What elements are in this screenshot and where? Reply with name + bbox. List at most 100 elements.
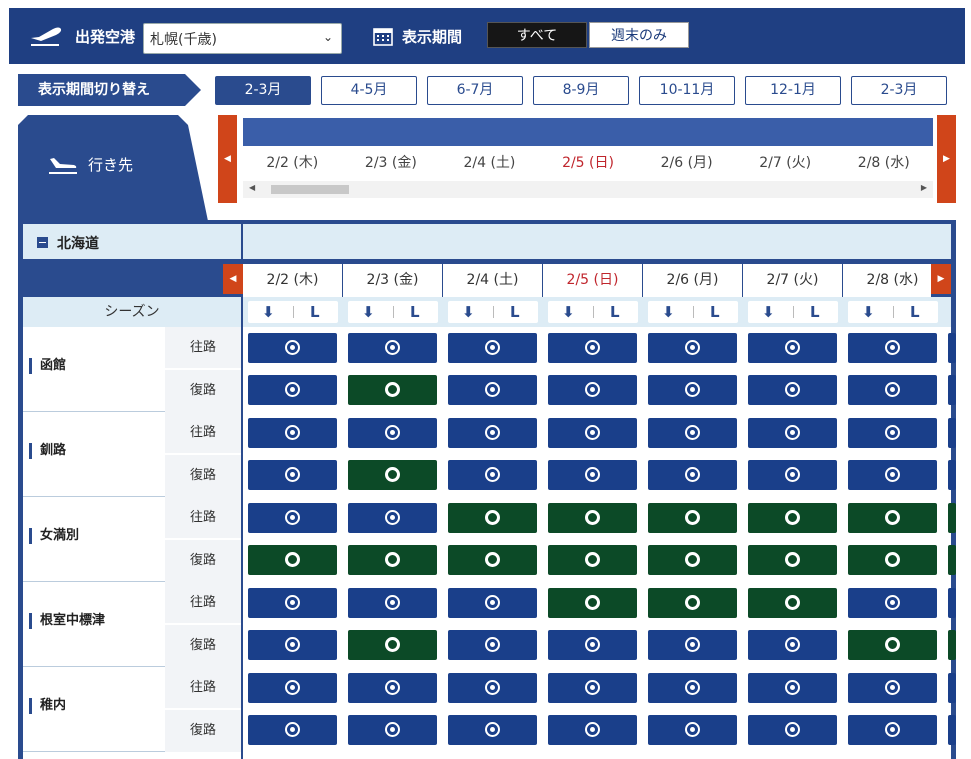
return-fare-cell[interactable] xyxy=(648,715,737,745)
return-fare-cell[interactable] xyxy=(348,460,437,490)
return-fare-cell[interactable] xyxy=(548,460,637,490)
return-fare-cell[interactable] xyxy=(348,545,437,575)
partial-fare-cell[interactable] xyxy=(948,630,956,660)
return-fare-cell[interactable] xyxy=(748,715,837,745)
period-button[interactable]: 2-3月 xyxy=(851,76,947,105)
outbound-fare-cell[interactable] xyxy=(648,673,737,703)
collapse-icon[interactable] xyxy=(37,237,48,248)
outbound-fare-cell[interactable] xyxy=(848,673,937,703)
outbound-fare-cell[interactable] xyxy=(448,503,537,533)
outbound-fare-cell[interactable] xyxy=(748,333,837,363)
return-fare-cell[interactable] xyxy=(548,545,637,575)
partial-fare-cell[interactable] xyxy=(948,418,956,448)
return-fare-cell[interactable] xyxy=(448,375,537,405)
return-fare-cell[interactable] xyxy=(748,460,837,490)
return-fare-cell[interactable] xyxy=(448,630,537,660)
return-fare-cell[interactable] xyxy=(348,375,437,405)
partial-fare-cell[interactable] xyxy=(948,460,956,490)
return-fare-cell[interactable] xyxy=(648,545,737,575)
return-fare-cell[interactable] xyxy=(248,630,337,660)
period-button[interactable]: 10-11月 xyxy=(639,76,735,105)
table-prev-button[interactable]: ◀ xyxy=(223,264,243,294)
outbound-fare-cell[interactable] xyxy=(548,333,637,363)
partial-fare-cell[interactable] xyxy=(948,333,956,363)
outbound-fare-cell[interactable] xyxy=(248,503,337,533)
partial-fare-cell[interactable] xyxy=(948,545,956,575)
outbound-fare-cell[interactable] xyxy=(448,333,537,363)
return-fare-cell[interactable] xyxy=(648,375,737,405)
return-fare-cell[interactable] xyxy=(848,545,937,575)
return-fare-cell[interactable] xyxy=(548,630,637,660)
outbound-fare-cell[interactable] xyxy=(248,333,337,363)
return-fare-cell[interactable] xyxy=(248,460,337,490)
outbound-fare-cell[interactable] xyxy=(348,333,437,363)
return-fare-cell[interactable] xyxy=(848,630,937,660)
outbound-fare-cell[interactable] xyxy=(448,588,537,618)
outbound-fare-cell[interactable] xyxy=(348,503,437,533)
return-fare-cell[interactable] xyxy=(748,375,837,405)
outbound-fare-cell[interactable] xyxy=(648,333,737,363)
outbound-fare-cell[interactable] xyxy=(648,418,737,448)
partial-fare-cell[interactable] xyxy=(948,503,956,533)
return-fare-cell[interactable] xyxy=(348,715,437,745)
outbound-fare-cell[interactable] xyxy=(548,503,637,533)
outbound-fare-cell[interactable] xyxy=(748,503,837,533)
return-fare-cell[interactable] xyxy=(748,545,837,575)
period-button[interactable]: 12-1月 xyxy=(745,76,841,105)
period-button[interactable]: 8-9月 xyxy=(533,76,629,105)
scroll-left-button[interactable]: ◀ xyxy=(218,115,237,203)
departure-select[interactable]: 札幌(千歳) ⌄ xyxy=(143,23,342,54)
return-fare-cell[interactable] xyxy=(548,715,637,745)
return-fare-cell[interactable] xyxy=(448,460,537,490)
period-button[interactable]: 2-3月 xyxy=(215,76,311,105)
period-button[interactable]: 6-7月 xyxy=(427,76,523,105)
outbound-fare-cell[interactable] xyxy=(248,673,337,703)
outbound-fare-cell[interactable] xyxy=(648,588,737,618)
partial-fare-cell[interactable] xyxy=(948,673,956,703)
outbound-fare-cell[interactable] xyxy=(648,503,737,533)
return-fare-cell[interactable] xyxy=(648,460,737,490)
return-fare-cell[interactable] xyxy=(248,715,337,745)
outbound-fare-cell[interactable] xyxy=(848,503,937,533)
return-fare-cell[interactable] xyxy=(548,375,637,405)
return-fare-cell[interactable] xyxy=(848,715,937,745)
return-fare-cell[interactable] xyxy=(648,630,737,660)
outbound-fare-cell[interactable] xyxy=(748,588,837,618)
outbound-fare-cell[interactable] xyxy=(248,418,337,448)
weekend-only-button[interactable]: 週末のみ xyxy=(589,22,689,48)
outbound-fare-cell[interactable] xyxy=(348,418,437,448)
outbound-fare-cell[interactable] xyxy=(548,588,637,618)
outbound-fare-cell[interactable] xyxy=(448,418,537,448)
outbound-fare-cell[interactable] xyxy=(548,673,637,703)
horizontal-scrollbar[interactable]: ◀ ▶ xyxy=(243,181,933,198)
all-period-button[interactable]: すべて xyxy=(487,22,587,48)
partial-fare-cell[interactable] xyxy=(948,588,956,618)
outbound-fare-cell[interactable] xyxy=(748,418,837,448)
partial-fare-cell[interactable] xyxy=(948,715,956,745)
return-fare-cell[interactable] xyxy=(748,630,837,660)
scroll-right-button[interactable]: ▶ xyxy=(937,115,956,203)
outbound-fare-cell[interactable] xyxy=(848,418,937,448)
outbound-fare-cell[interactable] xyxy=(848,333,937,363)
outbound-fare-cell[interactable] xyxy=(348,588,437,618)
table-next-button[interactable]: ▶ xyxy=(931,264,951,294)
return-fare-cell[interactable] xyxy=(248,375,337,405)
period-button[interactable]: 4-5月 xyxy=(321,76,417,105)
return-fare-cell[interactable] xyxy=(348,630,437,660)
scroll-right-arrow-icon[interactable]: ▶ xyxy=(921,183,927,192)
outbound-fare-cell[interactable] xyxy=(448,673,537,703)
return-fare-cell[interactable] xyxy=(448,715,537,745)
outbound-fare-cell[interactable] xyxy=(548,418,637,448)
partial-fare-cell[interactable] xyxy=(948,375,956,405)
scrollbar-thumb[interactable] xyxy=(271,185,349,194)
return-fare-cell[interactable] xyxy=(848,375,937,405)
outbound-fare-cell[interactable] xyxy=(248,588,337,618)
return-fare-cell[interactable] xyxy=(448,545,537,575)
outbound-fare-cell[interactable] xyxy=(348,673,437,703)
outbound-fare-cell[interactable] xyxy=(848,588,937,618)
region-header[interactable]: 北海道 xyxy=(23,224,951,260)
return-fare-cell[interactable] xyxy=(848,460,937,490)
scroll-left-arrow-icon[interactable]: ◀ xyxy=(249,183,255,192)
return-fare-cell[interactable] xyxy=(248,545,337,575)
outbound-fare-cell[interactable] xyxy=(748,673,837,703)
